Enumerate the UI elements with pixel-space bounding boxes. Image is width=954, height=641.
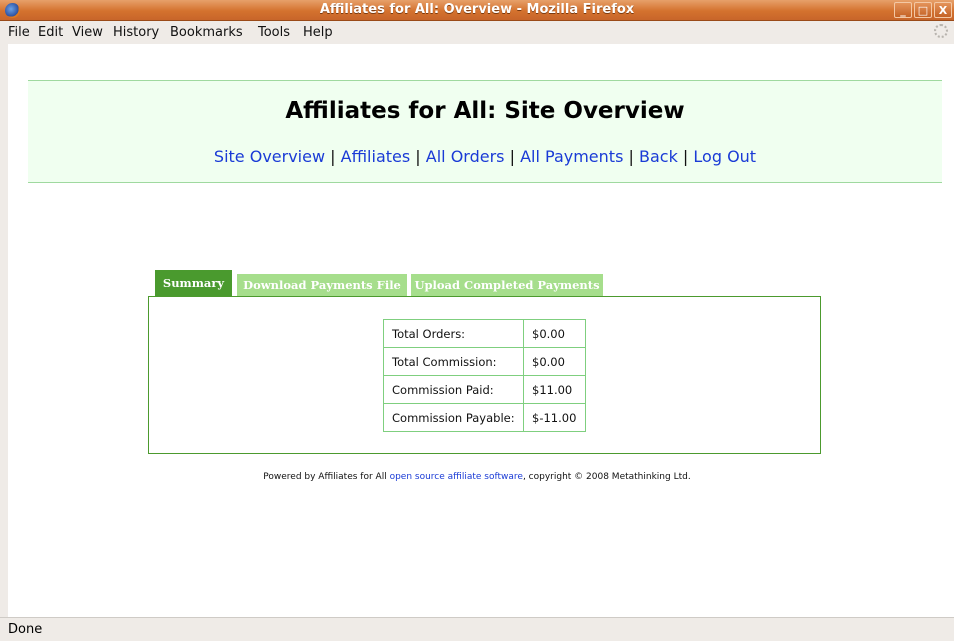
footer-prefix: Powered by Affiliates for All xyxy=(263,472,390,482)
row-value: $11.00 xyxy=(523,375,586,404)
menu-view[interactable]: View xyxy=(72,25,103,40)
row-label: Total Orders: xyxy=(383,319,524,348)
close-button[interactable]: X xyxy=(934,2,952,18)
page-title: Affiliates for All: Site Overview xyxy=(285,98,685,124)
row-value: $0.00 xyxy=(523,347,586,376)
summary-panel: Total Orders: $0.00 Total Commission: $0… xyxy=(148,296,821,454)
nav-separator: | xyxy=(628,147,634,166)
status-text: Done xyxy=(8,622,43,637)
menu-help[interactable]: Help xyxy=(303,25,333,40)
window-titlebar: Affiliates for All: Overview - Mozilla F… xyxy=(0,0,954,21)
table-row: Total Commission: $0.00 xyxy=(383,347,586,376)
menu-tools[interactable]: Tools xyxy=(258,25,290,40)
nav-separator: | xyxy=(509,147,515,166)
summary-table: Total Orders: $0.00 Total Commission: $0… xyxy=(383,319,586,432)
site-header: Affiliates for All: Site Overview Site O… xyxy=(28,80,942,183)
menu-file[interactable]: File xyxy=(8,25,30,40)
throbber-icon xyxy=(934,24,948,38)
table-row: Total Orders: $0.00 xyxy=(383,319,586,348)
row-label: Total Commission: xyxy=(383,347,524,376)
window-title: Affiliates for All: Overview - Mozilla F… xyxy=(319,2,635,17)
nav-back[interactable]: Back xyxy=(639,147,678,166)
row-value: $-11.00 xyxy=(523,403,586,432)
maximize-button[interactable]: □ xyxy=(914,2,932,18)
row-label: Commission Paid: xyxy=(383,375,524,404)
tab-summary[interactable]: Summary xyxy=(155,270,232,296)
table-row: Commission Paid: $11.00 xyxy=(383,375,586,404)
nav-affiliates[interactable]: Affiliates xyxy=(341,147,411,166)
main-nav: Site Overview | Affiliates | All Orders … xyxy=(28,147,942,166)
page-viewport: Affiliates for All: Site Overview Site O… xyxy=(0,44,954,617)
footer-software-link[interactable]: open source affiliate software xyxy=(390,472,523,482)
page-footer: Powered by Affiliates for All open sourc… xyxy=(0,472,954,482)
menu-bookmarks[interactable]: Bookmarks xyxy=(170,25,243,40)
status-bar: Done xyxy=(0,617,954,641)
row-label: Commission Payable: xyxy=(383,403,524,432)
tab-download-payments-file[interactable]: Download Payments File xyxy=(237,274,407,296)
nav-all-payments[interactable]: All Payments xyxy=(520,147,623,166)
nav-log-out[interactable]: Log Out xyxy=(693,147,756,166)
minimize-button[interactable]: _ xyxy=(894,2,912,18)
nav-all-orders[interactable]: All Orders xyxy=(426,147,505,166)
menu-history[interactable]: History xyxy=(113,25,159,40)
row-value: $0.00 xyxy=(523,319,586,348)
menu-edit[interactable]: Edit xyxy=(38,25,63,40)
nav-site-overview[interactable]: Site Overview xyxy=(214,147,325,166)
tab-upload-completed-payments[interactable]: Upload Completed Payments xyxy=(411,274,603,296)
nav-separator: | xyxy=(330,147,336,166)
nav-separator: | xyxy=(415,147,421,166)
nav-separator: | xyxy=(682,147,689,166)
table-row: Commission Payable: $-11.00 xyxy=(383,403,586,432)
footer-suffix: , copyright © 2008 Metathinking Ltd. xyxy=(522,472,691,482)
viewport-edge xyxy=(0,44,8,617)
menu-bar: File Edit View History Bookmarks Tools H… xyxy=(0,21,954,44)
window-controls: _ □ X xyxy=(894,2,952,18)
